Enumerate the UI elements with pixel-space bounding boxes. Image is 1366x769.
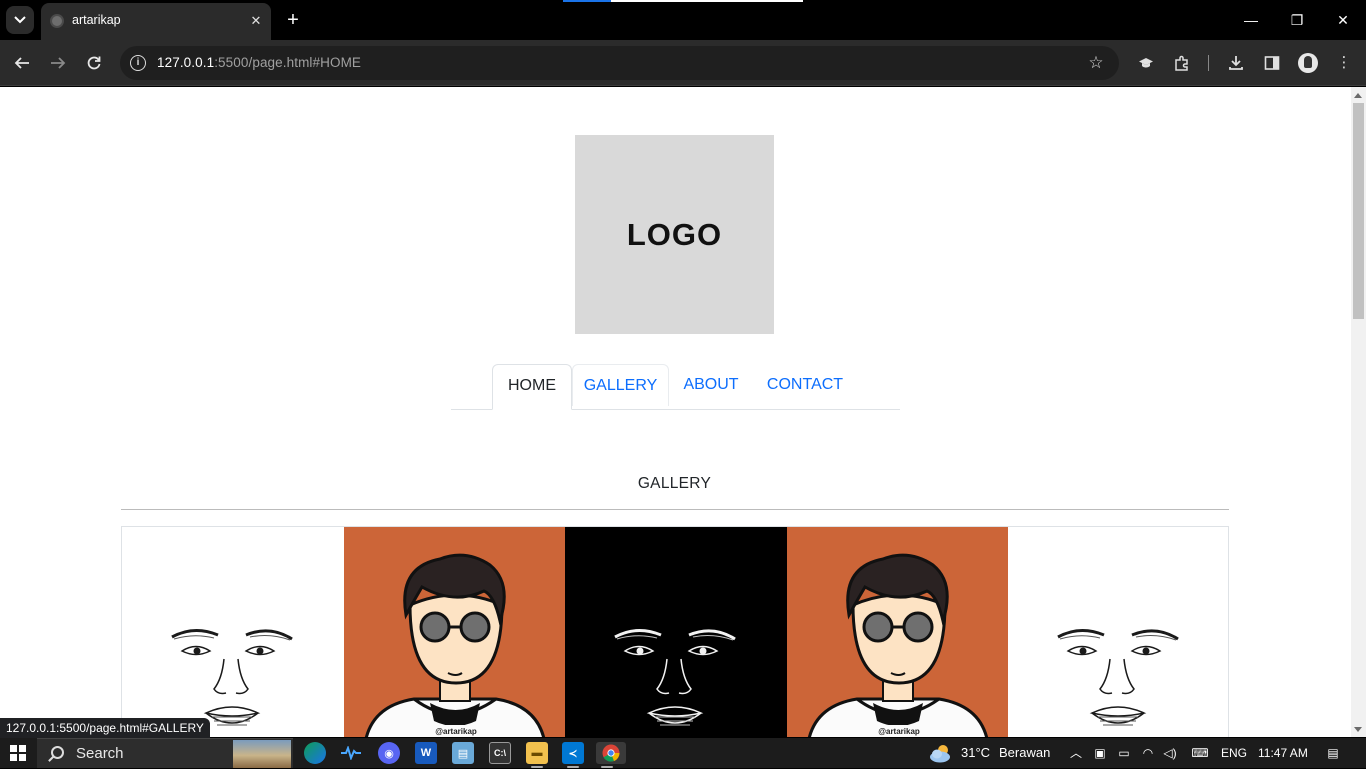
battery-icon[interactable]: ▭	[1116, 745, 1132, 761]
tab-contact[interactable]: CONTACT	[753, 364, 857, 406]
tab-search-button[interactable]	[6, 6, 34, 34]
file-explorer-icon[interactable]: ▬	[526, 742, 548, 768]
title-strip	[563, 0, 803, 2]
search-label: Search	[76, 745, 124, 762]
svg-text:@artarikap: @artarikap	[878, 727, 920, 736]
arrow-right-icon	[51, 57, 66, 69]
notification-icon[interactable]: ▤	[1325, 745, 1341, 761]
search-icon	[51, 746, 64, 759]
link-status-bubble: 127.0.0.1:5500/page.html#GALLERY	[0, 718, 210, 738]
page-scrollbar[interactable]	[1351, 87, 1366, 737]
main-nav-tabs: HOME GALLERY ABOUT CONTACT	[451, 364, 900, 410]
vscode-icon[interactable]: ≺	[562, 742, 584, 768]
gallery-image-3[interactable]	[565, 527, 787, 737]
temperature[interactable]: 31°C	[961, 745, 990, 760]
notepad-icon[interactable]: ▤	[452, 742, 474, 764]
windows-taskbar: Search ◉ W ▤ C:\ ▬ ≺ 31°C Berawan ︿ ▣ ▭ …	[0, 738, 1366, 768]
svg-text:@artarikap: @artarikap	[435, 727, 477, 736]
gallery-image-2[interactable]: @artarikap	[343, 527, 566, 737]
graduation-cap-icon[interactable]	[1135, 52, 1157, 74]
section-divider	[121, 509, 1229, 510]
download-icon[interactable]	[1225, 52, 1247, 74]
gallery-image-4[interactable]: @artarikap	[786, 527, 1009, 737]
restore-button[interactable]: ❐	[1287, 10, 1307, 30]
profile-avatar[interactable]	[1298, 53, 1318, 73]
reload-icon	[87, 56, 101, 70]
tab-about[interactable]: ABOUT	[669, 364, 753, 406]
word-icon[interactable]: W	[415, 742, 437, 764]
meet-now-icon[interactable]: ▣	[1092, 745, 1108, 761]
edge-icon[interactable]	[304, 742, 326, 764]
globe-icon	[50, 14, 64, 28]
new-tab-button[interactable]: +	[283, 9, 303, 31]
tab-home[interactable]: HOME	[492, 364, 572, 410]
page-viewport: LOGO HOME GALLERY ABOUT CONTACT GALLERY	[0, 87, 1366, 737]
scroll-thumb[interactable]	[1353, 103, 1364, 319]
browser-titlebar: artarikap ✕ + — ❐ ✕	[0, 0, 1366, 40]
activity-icon[interactable]	[340, 742, 362, 764]
weather-description[interactable]: Berawan	[999, 745, 1050, 760]
arrow-left-icon	[14, 57, 29, 69]
scroll-up-icon[interactable]	[1354, 93, 1362, 98]
browser-toolbar: i 127.0.0.1:5500/page.html#HOME ☆ ⋮	[0, 40, 1366, 86]
chrome-icon[interactable]	[596, 742, 626, 768]
browser-tab[interactable]: artarikap ✕	[41, 3, 271, 40]
site-info-icon[interactable]: i	[130, 55, 146, 71]
url-text[interactable]: 127.0.0.1:5500/page.html#HOME	[157, 55, 361, 70]
back-button[interactable]	[10, 51, 34, 75]
bookmark-star-icon[interactable]: ☆	[1086, 53, 1106, 73]
close-window-button[interactable]: ✕	[1333, 10, 1353, 30]
search-highlight-image	[233, 740, 291, 768]
close-tab-icon[interactable]: ✕	[247, 12, 265, 30]
keyboard-icon[interactable]: ⌨	[1189, 745, 1211, 761]
weather-cloud-icon[interactable]	[928, 742, 954, 764]
tray-chevron-up-icon[interactable]: ︿	[1068, 745, 1084, 761]
gallery-carousel[interactable]: @artarikap @artarikap	[121, 526, 1229, 737]
address-bar[interactable]: i 127.0.0.1:5500/page.html#HOME ☆	[120, 46, 1119, 80]
volume-icon[interactable]: ◁)	[1162, 745, 1178, 761]
side-panel-icon[interactable]	[1261, 52, 1283, 74]
taskbar-search[interactable]: Search	[37, 738, 293, 768]
minimize-button[interactable]: —	[1241, 10, 1261, 30]
chevron-down-icon	[14, 16, 26, 24]
terminal-icon[interactable]: C:\	[489, 742, 511, 764]
more-menu-icon[interactable]: ⋮	[1333, 52, 1355, 74]
clock[interactable]: 11:47 AM	[1258, 746, 1308, 760]
discord-icon[interactable]: ◉	[378, 742, 400, 764]
tab-gallery[interactable]: GALLERY	[572, 364, 669, 406]
reload-button[interactable]	[82, 51, 106, 75]
tab-title: artarikap	[72, 13, 121, 27]
gallery-image-1[interactable]	[122, 527, 344, 737]
logo-text: LOGO	[626, 216, 723, 252]
gallery-image-5[interactable]	[1008, 527, 1228, 737]
extensions-puzzle-icon[interactable]	[1171, 52, 1193, 74]
toolbar-separator	[1208, 55, 1209, 71]
section-heading: GALLERY	[637, 475, 712, 492]
windows-start-icon[interactable]	[10, 745, 26, 761]
scroll-down-icon[interactable]	[1354, 727, 1362, 732]
forward-button[interactable]	[46, 51, 70, 75]
language-indicator[interactable]: ENG	[1221, 746, 1247, 760]
wifi-icon[interactable]: ◠	[1140, 745, 1156, 761]
logo-placeholder: LOGO	[575, 135, 774, 334]
